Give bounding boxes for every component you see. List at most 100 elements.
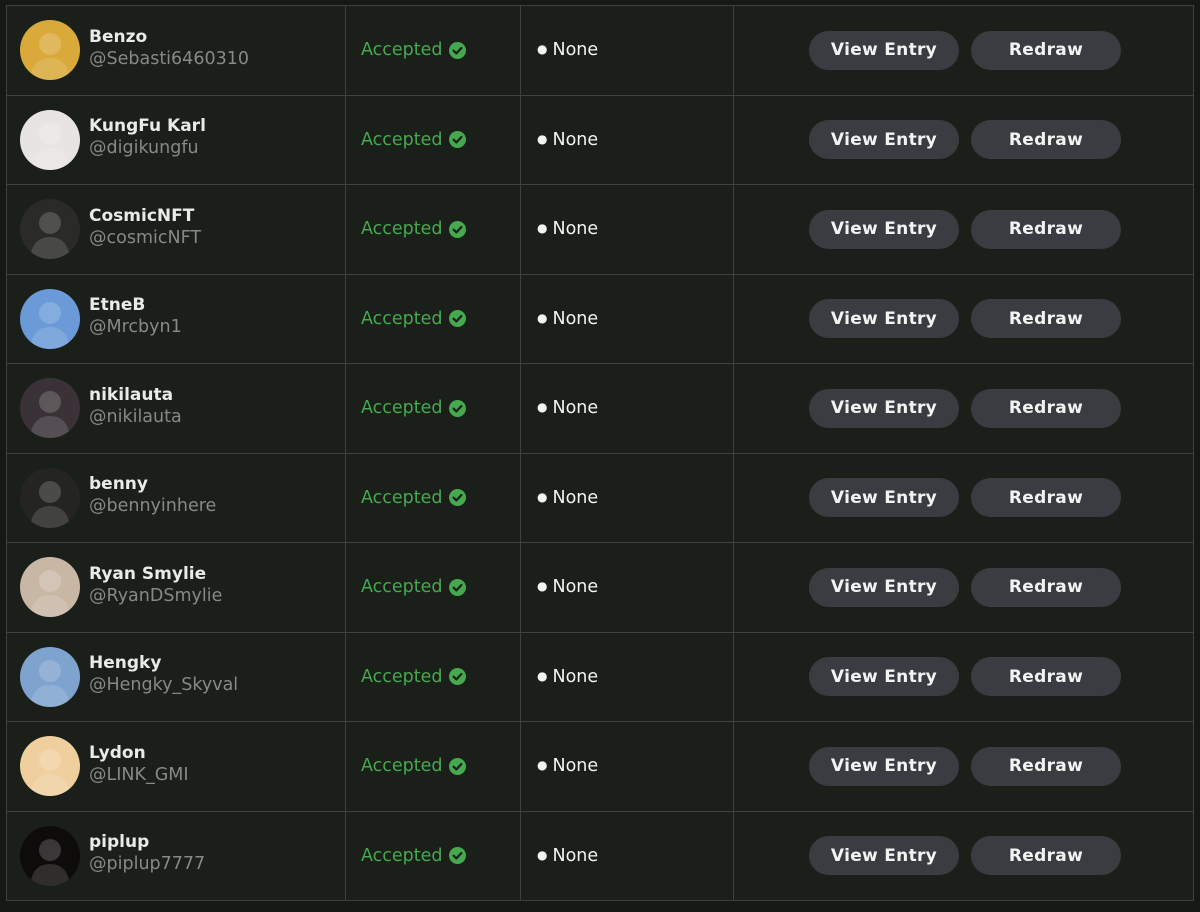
user-name[interactable]: Ryan Smylie bbox=[89, 563, 222, 585]
redraw-button[interactable]: Redraw bbox=[971, 120, 1121, 160]
other-cell: ● None bbox=[520, 722, 733, 811]
view-entry-button[interactable]: View Entry bbox=[809, 30, 959, 70]
view-entry-button[interactable]: View Entry bbox=[809, 120, 959, 160]
user-text: Ryan Smylie @RyanDSmylie bbox=[89, 563, 222, 607]
other-value: ● None bbox=[537, 40, 598, 60]
redraw-button[interactable]: Redraw bbox=[971, 746, 1121, 786]
user-handle[interactable]: @Mrcbyn1 bbox=[89, 316, 182, 338]
other-cell: ● None bbox=[520, 811, 733, 900]
bullet-icon: ● bbox=[537, 221, 548, 236]
other-value: ● None bbox=[537, 488, 598, 508]
user-name[interactable]: benny bbox=[89, 473, 216, 495]
bullet-icon: ● bbox=[537, 310, 548, 325]
user-text: Lydon @LINK_GMI bbox=[89, 742, 189, 786]
other-value: ● None bbox=[537, 756, 598, 776]
actions-cell: View Entry Redraw bbox=[733, 6, 1194, 95]
user-handle[interactable]: @nikilauta bbox=[89, 406, 182, 428]
status-badge: Accepted bbox=[361, 577, 466, 597]
status-text: Accepted bbox=[361, 398, 443, 419]
avatar[interactable] bbox=[20, 467, 80, 528]
bullet-icon: ● bbox=[537, 668, 548, 683]
redraw-button[interactable]: Redraw bbox=[971, 836, 1121, 876]
status-cell: Accepted bbox=[345, 274, 520, 363]
avatar[interactable] bbox=[20, 557, 80, 618]
user-handle[interactable]: @LINK_GMI bbox=[89, 764, 189, 786]
redraw-button[interactable]: Redraw bbox=[971, 30, 1121, 70]
user-handle[interactable]: @bennyinhere bbox=[89, 495, 216, 517]
other-value: ● None bbox=[537, 667, 598, 687]
user-name[interactable]: nikilauta bbox=[89, 384, 182, 406]
other-text: None bbox=[552, 40, 599, 61]
avatar[interactable] bbox=[20, 825, 80, 886]
bullet-icon: ● bbox=[537, 847, 548, 862]
check-circle-icon bbox=[448, 131, 466, 149]
bullet-icon: ● bbox=[537, 131, 548, 146]
view-entry-button[interactable]: View Entry bbox=[809, 836, 959, 876]
user-handle[interactable]: @Hengky_Skyval bbox=[89, 674, 238, 696]
view-entry-button[interactable]: View Entry bbox=[809, 209, 959, 249]
actions-cell: View Entry Redraw bbox=[733, 543, 1194, 632]
table-row: KungFu Karl @digikungfu Accepted ● None V… bbox=[6, 95, 1194, 185]
user-name[interactable]: EtneB bbox=[89, 294, 182, 316]
user-handle[interactable]: @cosmicNFT bbox=[89, 227, 201, 249]
status-text: Accepted bbox=[361, 666, 443, 687]
view-entry-button[interactable]: View Entry bbox=[809, 388, 959, 428]
other-cell: ● None bbox=[520, 274, 733, 363]
avatar[interactable] bbox=[20, 378, 80, 439]
redraw-button[interactable]: Redraw bbox=[971, 299, 1121, 339]
avatar[interactable] bbox=[20, 646, 80, 707]
other-value: ● None bbox=[537, 130, 598, 150]
status-badge: Accepted bbox=[361, 846, 466, 866]
status-cell: Accepted bbox=[345, 95, 520, 184]
status-badge: Accepted bbox=[361, 398, 466, 418]
other-text: None bbox=[552, 398, 599, 419]
avatar[interactable] bbox=[20, 736, 80, 797]
check-circle-icon bbox=[448, 578, 466, 596]
view-entry-button[interactable]: View Entry bbox=[809, 478, 959, 518]
avatar[interactable] bbox=[20, 288, 80, 349]
status-text: Accepted bbox=[361, 845, 443, 866]
user-handle[interactable]: @piplup7777 bbox=[89, 853, 205, 875]
user-handle[interactable]: @RyanDSmylie bbox=[89, 585, 222, 607]
user-text: CosmicNFT @cosmicNFT bbox=[89, 205, 201, 249]
user-name[interactable]: Benzo bbox=[89, 26, 249, 48]
view-entry-button[interactable]: View Entry bbox=[809, 567, 959, 607]
redraw-button[interactable]: Redraw bbox=[971, 209, 1121, 249]
user-name[interactable]: CosmicNFT bbox=[89, 205, 201, 227]
view-entry-button[interactable]: View Entry bbox=[809, 299, 959, 339]
avatar[interactable] bbox=[20, 20, 80, 81]
status-text: Accepted bbox=[361, 219, 443, 240]
other-text: None bbox=[552, 666, 599, 687]
user-handle[interactable]: @digikungfu bbox=[89, 137, 206, 159]
user-name[interactable]: piplup bbox=[89, 831, 205, 853]
actions-cell: View Entry Redraw bbox=[733, 453, 1194, 542]
redraw-button[interactable]: Redraw bbox=[971, 388, 1121, 428]
status-text: Accepted bbox=[361, 756, 443, 777]
user-name[interactable]: KungFu Karl bbox=[89, 115, 206, 137]
status-cell: Accepted bbox=[345, 632, 520, 721]
other-cell: ● None bbox=[520, 543, 733, 632]
bullet-icon: ● bbox=[537, 579, 548, 594]
user-handle[interactable]: @Sebasti6460310 bbox=[89, 48, 249, 70]
bullet-icon: ● bbox=[537, 758, 548, 773]
user-cell: KungFu Karl @digikungfu bbox=[6, 95, 345, 184]
status-badge: Accepted bbox=[361, 667, 466, 687]
redraw-button[interactable]: Redraw bbox=[971, 657, 1121, 697]
table-row: Hengky @Hengky_Skyval Accepted ● None Vie… bbox=[6, 632, 1194, 722]
other-text: None bbox=[552, 129, 599, 150]
actions-cell: View Entry Redraw bbox=[733, 632, 1194, 721]
table-row: benny @bennyinhere Accepted ● None View E… bbox=[6, 453, 1194, 543]
status-badge: Accepted bbox=[361, 488, 466, 508]
user-cell: Lydon @LINK_GMI bbox=[6, 722, 345, 811]
view-entry-button[interactable]: View Entry bbox=[809, 746, 959, 786]
view-entry-button[interactable]: View Entry bbox=[809, 657, 959, 697]
table-row: Benzo @Sebasti6460310 Accepted ● None Vie… bbox=[6, 6, 1194, 96]
avatar[interactable] bbox=[20, 109, 80, 170]
redraw-button[interactable]: Redraw bbox=[971, 478, 1121, 518]
status-badge: Accepted bbox=[361, 130, 466, 150]
redraw-button[interactable]: Redraw bbox=[971, 567, 1121, 607]
user-name[interactable]: Lydon bbox=[89, 742, 189, 764]
user-name[interactable]: Hengky bbox=[89, 652, 238, 674]
avatar[interactable] bbox=[20, 199, 80, 260]
table-row: Lydon @LINK_GMI Accepted ● None View Entr… bbox=[6, 722, 1194, 812]
